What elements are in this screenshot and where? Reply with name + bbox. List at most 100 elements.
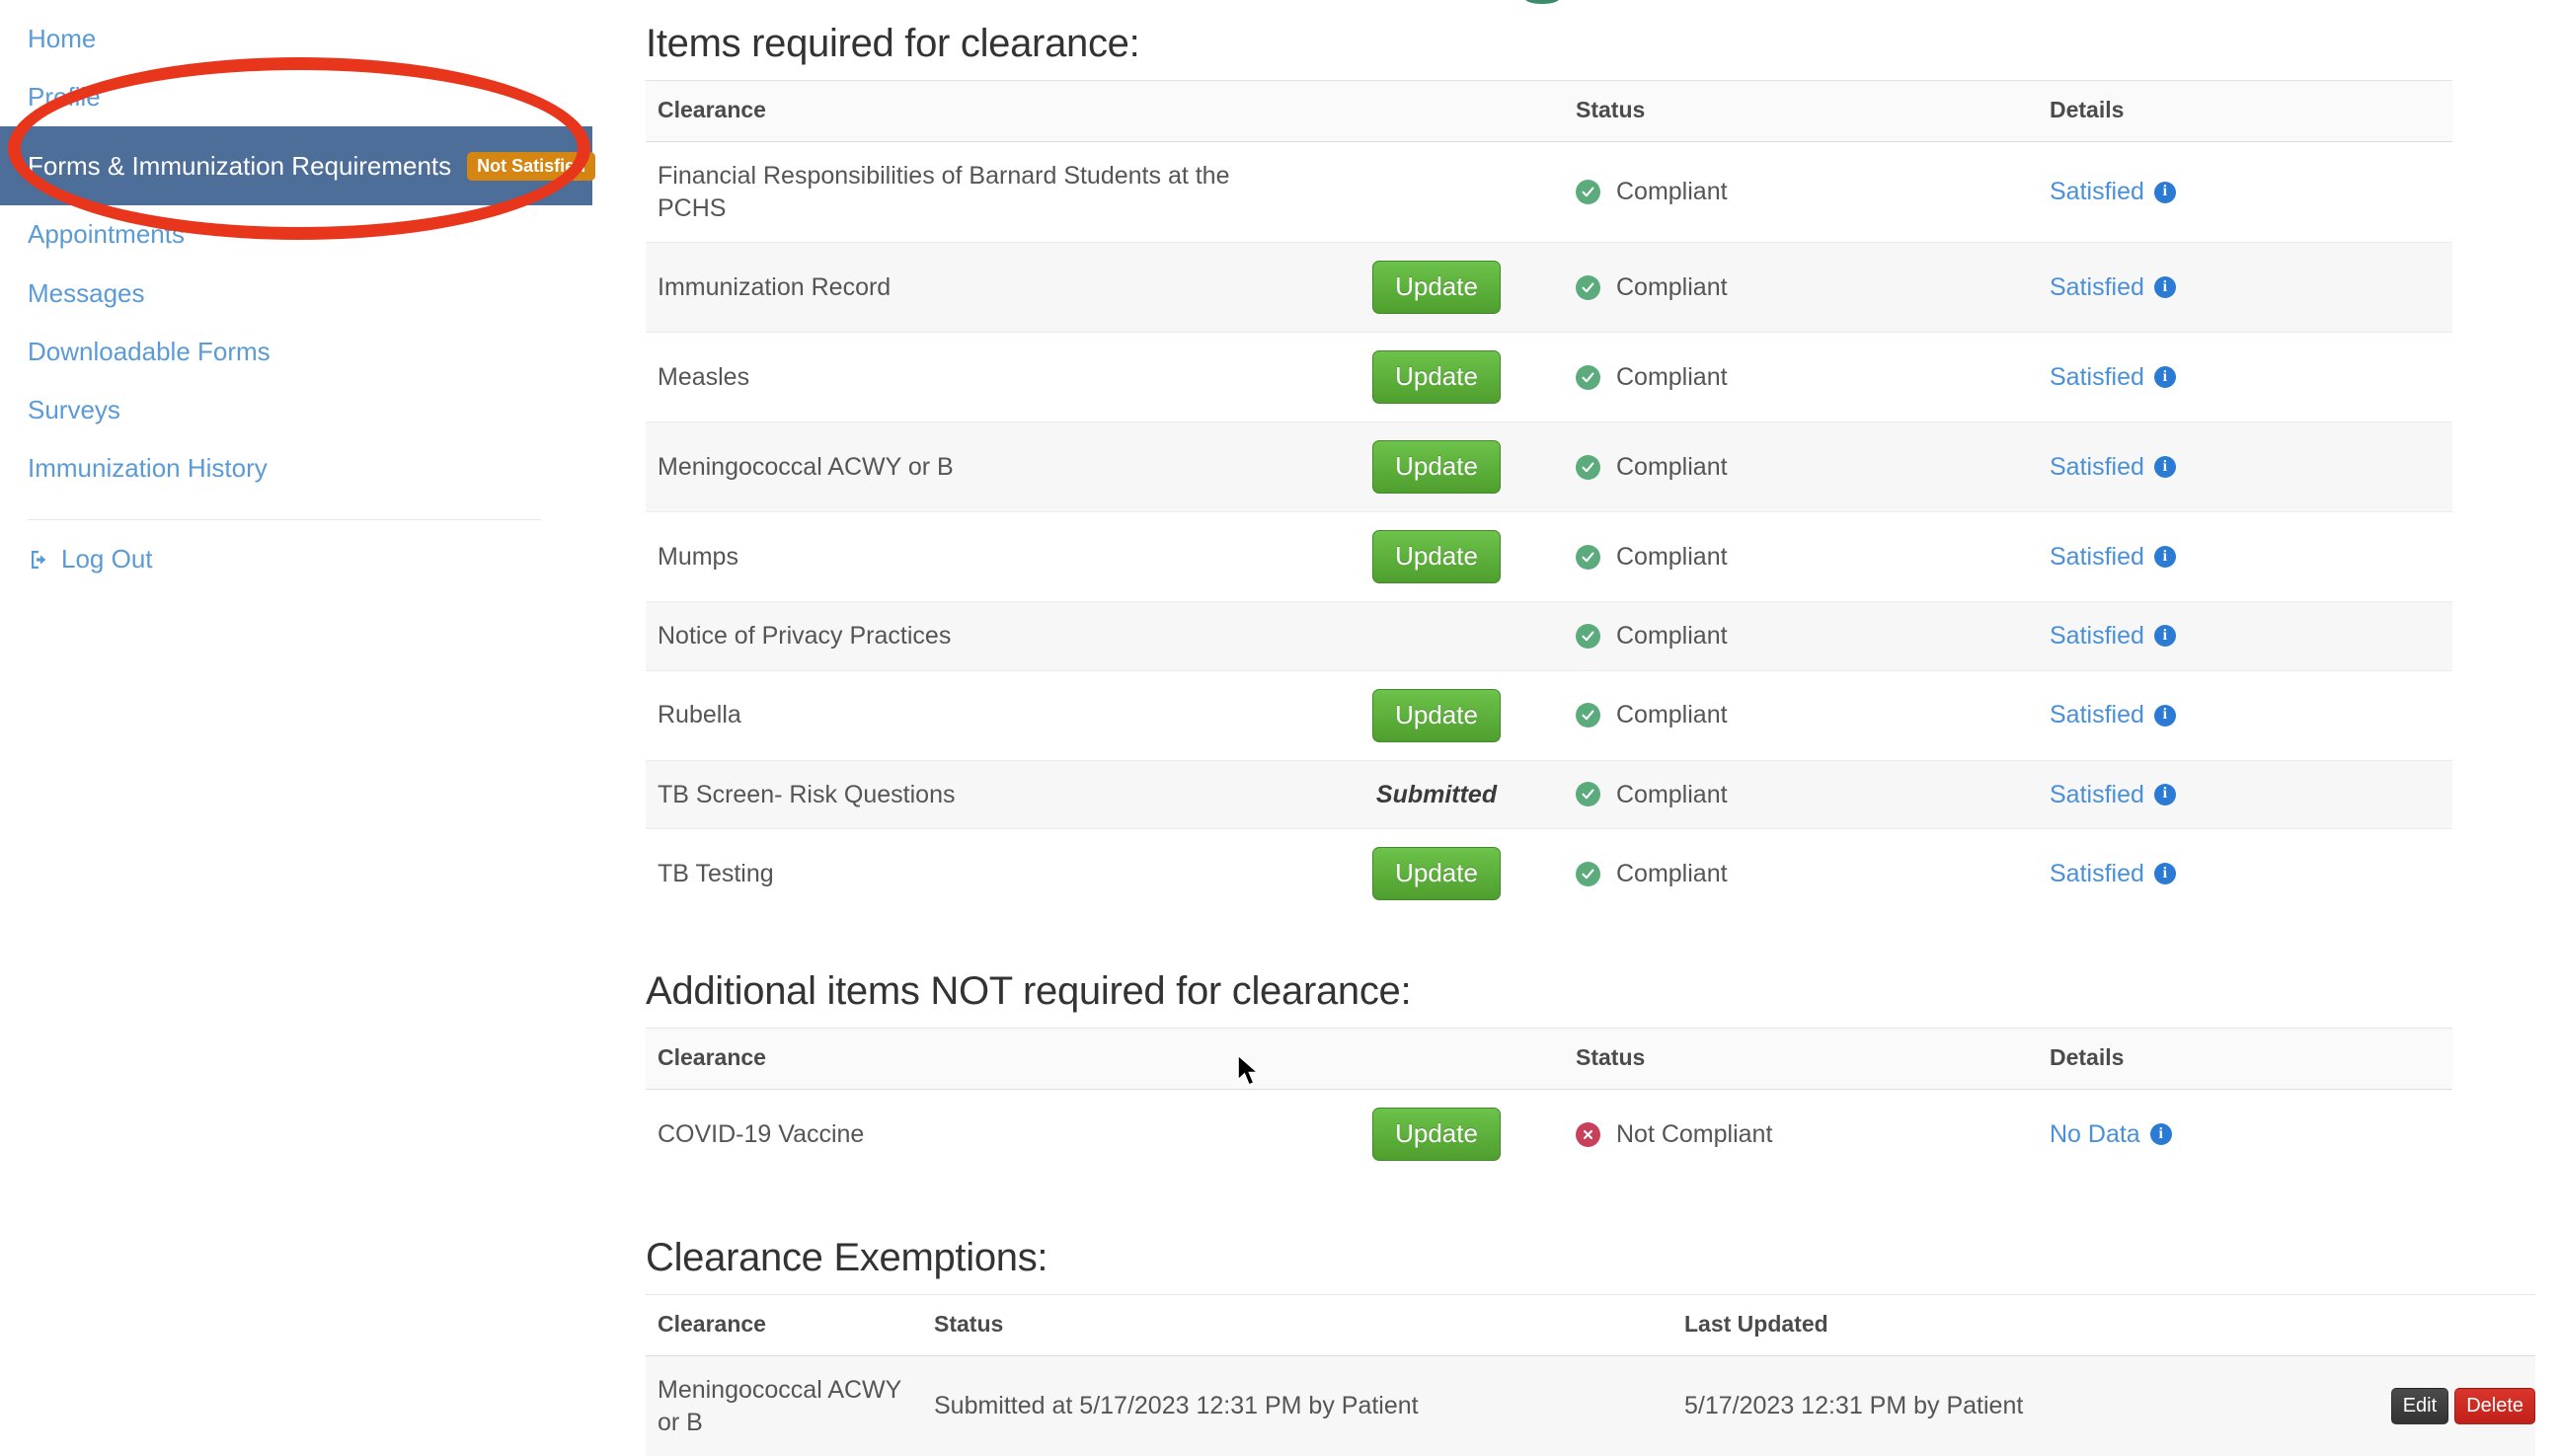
cell-details: Satisfied i	[2038, 760, 2452, 829]
details-link[interactable]: Satisfied i	[2050, 541, 2176, 574]
status-label: Compliant	[1616, 858, 1728, 890]
compliant-check-icon	[1576, 782, 1600, 806]
update-button[interactable]: Update	[1372, 1108, 1501, 1161]
page-title-clearance-exemptions: Clearance Exemptions:	[646, 1236, 2502, 1280]
table-row: MeaslesUpdateCompliantSatisfiedi	[646, 333, 2452, 422]
info-icon[interactable]: i	[2154, 182, 2176, 203]
details-link[interactable]: Satisfiedi	[2050, 361, 2176, 394]
cell-clearance-name: Notice of Privacy Practices	[646, 602, 1297, 671]
cell-action: Update	[1297, 243, 1564, 333]
sidebar-item-immunization-history[interactable]: Immunization History	[0, 439, 612, 498]
edit-button[interactable]: Edit	[2391, 1388, 2448, 1424]
cell-exemption-status: Submitted at 5/17/2023 12:31 PM by Patie…	[922, 1356, 1672, 1456]
cell-details: Satisfied i	[2038, 829, 2452, 919]
info-icon[interactable]: i	[2154, 625, 2176, 647]
info-icon[interactable]: i	[2154, 784, 2176, 805]
logout-button[interactable]: Log Out	[0, 520, 612, 575]
table-row: TB Screen- Risk QuestionsSubmittedCompli…	[646, 760, 2452, 829]
column-header-details: Details	[2038, 81, 2452, 142]
compliant-check-icon	[1576, 455, 1600, 480]
info-icon[interactable]: i	[2154, 546, 2176, 568]
sidebar-item-profile[interactable]: Profile	[0, 68, 612, 126]
cell-status: Compliant	[1564, 243, 2038, 333]
cell-details: Satisfiedi	[2038, 670, 2452, 760]
cell-status: Compliant	[1564, 142, 2038, 243]
details-link[interactable]: Satisfied i	[2050, 620, 2176, 652]
cell-clearance-name: Mumps	[646, 512, 1297, 602]
compliant-check-icon	[1576, 703, 1600, 728]
cell-action: Update	[1297, 512, 1564, 602]
update-button[interactable]: Update	[1372, 350, 1501, 404]
status-label: Compliant	[1616, 176, 1728, 208]
update-button[interactable]: Update	[1372, 847, 1501, 900]
sidebar-item-label: Forms & Immunization Requirements	[28, 151, 451, 182]
details-link[interactable]: Satisfied i	[2050, 779, 2176, 811]
clearance-exemptions-body: Meningococcal ACWY or BSubmitted at 5/17…	[646, 1356, 2535, 1456]
update-button[interactable]: Update	[1372, 440, 1501, 494]
table-row: TB TestingUpdateCompliantSatisfiedi	[646, 829, 2452, 919]
table-row: Financial Responsibilities of Barnard St…	[646, 142, 2452, 243]
info-icon[interactable]: i	[2154, 456, 2176, 478]
details-link[interactable]: Satisfiedi	[2050, 451, 2176, 484]
cell-clearance-name: Rubella	[646, 670, 1297, 760]
additional-items-body: COVID-19 VaccineUpdateNot CompliantNo Da…	[646, 1090, 2452, 1180]
delete-button[interactable]: Delete	[2454, 1388, 2535, 1424]
details-label: Satisfied	[2050, 779, 2144, 811]
details-label: Satisfied	[2050, 858, 2144, 890]
details-link[interactable]: Satisfied i	[2050, 858, 2176, 890]
status-label: Compliant	[1616, 361, 1728, 394]
details-label: Satisfied	[2050, 541, 2144, 574]
additional-items-table: Clearance Status Details COVID-19 Vaccin…	[646, 1028, 2452, 1179]
column-header-status: Status	[922, 1295, 1672, 1356]
info-icon[interactable]: i	[2154, 705, 2176, 727]
table-header-row: Clearance Status Details	[646, 1029, 2452, 1090]
info-icon[interactable]: i	[2150, 1123, 2172, 1145]
details-label: Satisfied	[2050, 620, 2144, 652]
sidebar-item-messages[interactable]: Messages	[0, 265, 612, 323]
cell-action	[1297, 142, 1564, 243]
info-icon[interactable]: i	[2154, 366, 2176, 388]
required-items-body: Financial Responsibilities of Barnard St…	[646, 142, 2452, 919]
main-content: Items required for clearance: Clearance …	[612, 0, 2561, 1258]
sidebar-item-forms-immunization-requirements[interactable]: Forms & Immunization Requirements Not Sa…	[0, 126, 592, 205]
table-row: Meningococcal ACWY or BSubmitted at 5/17…	[646, 1356, 2535, 1456]
details-link[interactable]: Satisfiedi	[2050, 176, 2176, 208]
update-button[interactable]: Update	[1372, 261, 1501, 314]
status-badge-not-satisfied: Not Satisfied	[467, 152, 595, 181]
compliant-check-icon	[1576, 545, 1600, 570]
cell-clearance-name: Meningococcal ACWY or B	[646, 1356, 922, 1456]
page-title-additional-items: Additional items NOT required for cleara…	[646, 969, 2502, 1014]
column-header-actions	[2265, 1295, 2535, 1356]
sidebar-item-downloadable-forms[interactable]: Downloadable Forms	[0, 323, 612, 381]
compliant-check-icon	[1576, 275, 1600, 300]
cell-action: Update	[1297, 333, 1564, 422]
compliant-check-icon	[1576, 365, 1600, 390]
sidebar-item-appointments[interactable]: Appointments	[0, 205, 612, 264]
details-link[interactable]: Satisfiedi	[2050, 271, 2176, 304]
info-icon[interactable]: i	[2154, 276, 2176, 298]
status-label: Compliant	[1616, 271, 1728, 304]
logout-icon	[28, 548, 51, 572]
info-icon[interactable]: i	[2154, 863, 2176, 884]
status-label: Compliant	[1616, 451, 1728, 484]
details-link[interactable]: Satisfiedi	[2050, 699, 2176, 731]
cell-status: Compliant	[1564, 512, 2038, 602]
partial-green-icon	[1525, 0, 1559, 4]
status-label: Not Compliant	[1616, 1118, 1772, 1151]
details-label: No Data	[2050, 1118, 2140, 1151]
update-button[interactable]: Update	[1372, 530, 1501, 583]
sidebar-item-home[interactable]: Home	[0, 10, 612, 68]
submitted-label: Submitted	[1376, 781, 1497, 808]
table-row: Meningococcal ACWY or B Update Compliant Sa…	[646, 422, 2452, 512]
column-header-action	[1297, 81, 1564, 142]
table-header-row: Clearance Status Last Updated	[646, 1295, 2535, 1356]
status-label: Compliant	[1616, 541, 1728, 574]
details-link[interactable]: No Data i	[2050, 1118, 2172, 1151]
cell-status: Compliant	[1564, 670, 2038, 760]
column-header-clearance: Clearance	[646, 1029, 1297, 1090]
sidebar-item-surveys[interactable]: Surveys	[0, 381, 612, 439]
cell-clearance-name: Meningococcal ACWY or B	[646, 422, 1297, 512]
table-row: Immunization RecordUpdateCompliantSatisf…	[646, 243, 2452, 333]
update-button[interactable]: Update	[1372, 689, 1501, 742]
cell-details: No Data i	[2038, 1090, 2452, 1180]
